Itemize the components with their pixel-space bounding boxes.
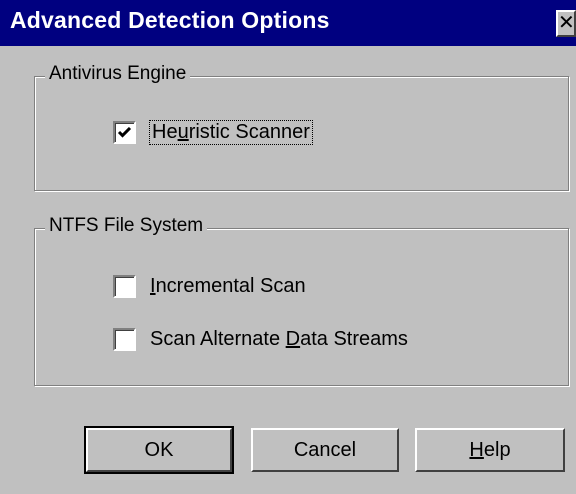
- ntfs-file-system-label: NTFS File System: [45, 215, 208, 237]
- heuristic-scanner-option[interactable]: Heuristic Scanner: [113, 120, 313, 145]
- help-button-label: Help: [469, 439, 511, 461]
- heuristic-scanner-label: Heuristic Scanner: [149, 120, 313, 145]
- help-button[interactable]: Help: [415, 428, 565, 472]
- incremental-scan-option[interactable]: Incremental Scan: [113, 275, 306, 298]
- ok-button-label: OK: [144, 439, 174, 461]
- incremental-scan-label: Incremental Scan: [150, 275, 306, 297]
- cancel-button-label: Cancel: [293, 439, 357, 461]
- antivirus-engine-label: Antivirus Engine: [45, 63, 191, 85]
- alternate-data-streams-checkbox[interactable]: [113, 328, 136, 351]
- title-bar: Advanced Detection Options ✕: [0, 0, 576, 46]
- window-title: Advanced Detection Options: [10, 7, 330, 33]
- antivirus-engine-group: Antivirus Engine Heuristic Scanner: [34, 63, 569, 191]
- checkmark-icon: [117, 126, 132, 138]
- ok-button[interactable]: OK: [84, 426, 234, 474]
- close-button[interactable]: ✕: [556, 10, 576, 37]
- incremental-scan-checkbox[interactable]: [113, 275, 136, 298]
- close-icon: ✕: [558, 12, 575, 34]
- heuristic-scanner-checkbox[interactable]: [113, 121, 136, 144]
- alternate-data-streams-option[interactable]: Scan Alternate Data Streams: [113, 328, 408, 351]
- alternate-data-streams-label: Scan Alternate Data Streams: [150, 328, 408, 350]
- ntfs-file-system-group: NTFS File System Incremental Scan Scan A…: [34, 215, 569, 386]
- cancel-button[interactable]: Cancel: [251, 428, 399, 472]
